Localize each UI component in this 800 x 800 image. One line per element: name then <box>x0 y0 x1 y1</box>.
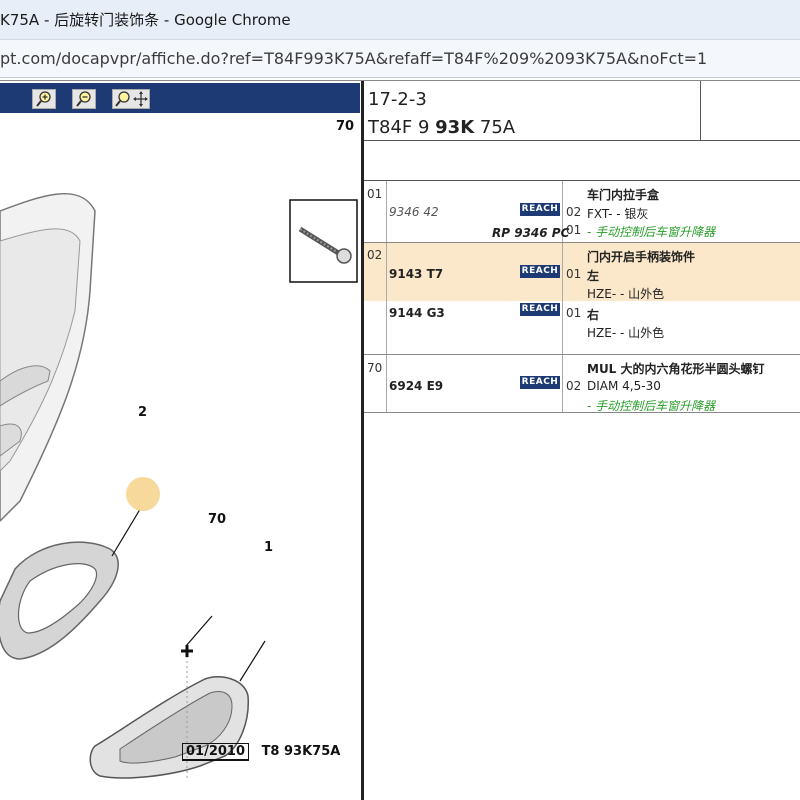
handle-box-illustration <box>89 675 249 779</box>
reach-badge: REACH <box>520 376 560 389</box>
part-side: 右 <box>587 308 600 322</box>
table-row[interactable]: 70 6924 E9 REACH 02 MUL 大的内六角花形半圆头螺钉 DIA… <box>364 355 800 413</box>
part-description: 门内开启手柄装饰件 <box>587 250 696 264</box>
zoom-pan-icon <box>115 91 148 107</box>
zoom-toolbar <box>0 83 360 113</box>
table-row[interactable]: 01 9346 42 REACH RP 9346 PC 02 01 车门内拉手盒… <box>364 181 800 243</box>
reach-badge: REACH <box>520 265 560 278</box>
item-number: 70 <box>367 361 383 375</box>
part-note: - 手动控制后车窗升降器 <box>587 225 716 239</box>
reach-badge: REACH <box>520 303 560 316</box>
part-dimension: DIAM 4,5-30 <box>587 379 661 393</box>
callout-label-2: 2 <box>138 405 148 420</box>
callout-label-1: 1 <box>264 540 274 555</box>
parts-header: 17-2-3 T84F 9 93K 75A <box>364 81 800 141</box>
door-panel-illustration <box>0 193 96 523</box>
part-variant: HZE- - 山外色 <box>587 326 665 340</box>
part-variant: FXT- - 银灰 <box>587 207 649 221</box>
footer-code: T8 93K75A <box>261 744 341 759</box>
parts-list-panel: 17-2-3 T84F 9 93K 75A 01 9346 42 REACH R… <box>364 81 800 800</box>
zoom-in-icon <box>36 91 51 107</box>
zoom-out-icon <box>76 91 91 107</box>
part-note: - 手动控制后车窗升降器 <box>587 399 716 413</box>
window-titlebar: K75A - 后旋转门装饰条 - Google Chrome <box>0 0 800 40</box>
screw-position-marker <box>181 645 193 657</box>
leader-line-1 <box>239 640 266 682</box>
part-variant: HZE- - 山外色 <box>587 287 665 301</box>
callout-highlight <box>126 477 160 511</box>
handle-bezel-illustration <box>0 541 119 660</box>
zoom-in-button[interactable] <box>32 89 56 109</box>
quantity: 02 <box>566 379 582 393</box>
part-number[interactable]: 9143 T7 <box>389 267 443 281</box>
diagram-panel: 2 70 1 70 <box>0 81 362 800</box>
part-side: 左 <box>587 269 600 283</box>
quantity: 01 <box>566 267 582 281</box>
drawing-footer: 01/2010 T8 93K75A <box>182 743 341 761</box>
zoom-out-button[interactable] <box>72 89 96 109</box>
url-text[interactable]: pt.com/docapvpr/affiche.do?ref=T84F993K7… <box>0 49 707 68</box>
sheet-code: T84F 9 93K 75A <box>368 117 516 138</box>
footer-date: 01/2010 <box>182 743 250 761</box>
part-number[interactable]: 6924 E9 <box>389 379 443 393</box>
table-row[interactable]: 9144 G3 REACH 01 右 HZE- - 山外色 <box>364 301 800 355</box>
item-number: 01 <box>367 187 383 201</box>
part-description: 车门内拉手盒 <box>587 188 660 202</box>
part-number[interactable]: 9346 42 <box>389 205 439 219</box>
quantity: 02 <box>566 205 582 219</box>
leader-line-2 <box>111 505 143 557</box>
part-description: MUL 大的内六角花形半圆头螺钉 <box>587 362 765 376</box>
group-reference: 17-2-3 <box>368 89 427 110</box>
reach-badge: REACH <box>520 203 560 216</box>
callout-label-70: 70 <box>208 512 227 527</box>
part-number[interactable]: 9144 G3 <box>389 306 445 320</box>
rp-number: RP 9346 PC <box>492 226 570 240</box>
exploded-parts-drawing <box>0 193 358 781</box>
table-row-highlighted[interactable]: 02 9143 T7 REACH 01 门内开启手柄装饰件 左 HZE- - 山… <box>364 243 800 301</box>
header-spacer <box>364 141 800 181</box>
window-title: K75A - 后旋转门装饰条 - Google Chrome <box>0 11 291 29</box>
item-number: 02 <box>367 248 383 262</box>
address-bar[interactable]: pt.com/docapvpr/affiche.do?ref=T84F993K7… <box>0 40 800 78</box>
quantity: 01 <box>566 306 582 320</box>
inset-label-70: 70 <box>336 119 355 134</box>
quantity: 01 <box>566 223 582 237</box>
leader-line-70 <box>185 615 213 647</box>
zoom-pan-button[interactable] <box>112 89 150 109</box>
